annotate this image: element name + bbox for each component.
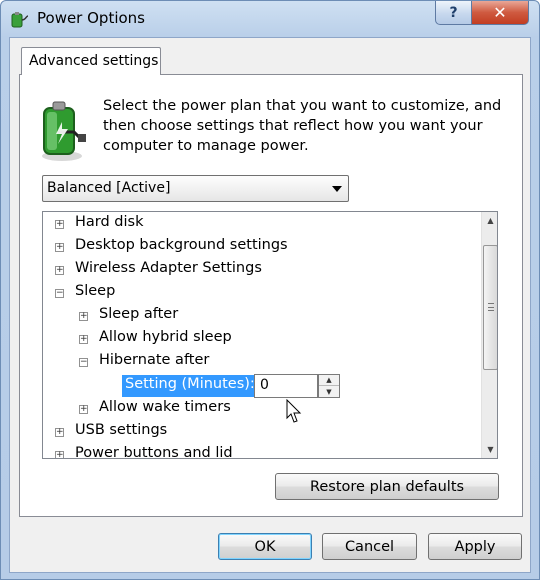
- tree-item-label: Sleep: [75, 283, 116, 299]
- tree-item-label: Desktop background settings: [75, 237, 288, 253]
- help-button[interactable]: ?: [435, 1, 472, 25]
- tree-scrollbar[interactable]: ▲ ▼: [481, 212, 497, 458]
- apply-button[interactable]: Apply: [428, 533, 522, 560]
- expand-icon[interactable]: +: [55, 451, 64, 458]
- expand-icon[interactable]: +: [79, 405, 88, 414]
- tree-item-label: Hard disk: [75, 214, 144, 230]
- collapse-icon[interactable]: −: [55, 289, 64, 298]
- setting-minutes-input[interactable]: 0: [254, 374, 318, 398]
- close-button[interactable]: ✕: [471, 1, 529, 25]
- expand-icon[interactable]: +: [79, 312, 88, 321]
- tree-item-label: Power buttons and lid: [75, 445, 233, 459]
- tree-item-label: Sleep after: [99, 306, 179, 322]
- ok-button[interactable]: OK: [218, 533, 312, 560]
- tree-item-label: Wireless Adapter Settings: [75, 260, 262, 276]
- intro-line-3: computer to manage power.: [103, 138, 309, 154]
- restore-plan-defaults-button[interactable]: Restore plan defaults: [275, 473, 499, 500]
- spin-up-icon[interactable]: ▲: [319, 375, 339, 386]
- power-options-icon: [9, 9, 29, 29]
- expand-icon[interactable]: +: [55, 220, 64, 229]
- setting-minutes-label: Setting (Minutes):: [122, 375, 258, 397]
- dialog-body: Advanced settings Select the power plan …: [9, 37, 531, 573]
- intro-line-2: then choose settings that reflect how yo…: [103, 118, 483, 134]
- intro-line-1: Select the power plan that you want to c…: [103, 98, 502, 114]
- tree-item-label: Allow hybrid sleep: [99, 329, 232, 345]
- power-options-window: Power Options ? ✕ Advanced settings Sele…: [0, 0, 540, 580]
- collapse-icon[interactable]: −: [79, 358, 88, 367]
- expand-icon[interactable]: +: [55, 243, 64, 252]
- spin-down-icon[interactable]: ▼: [319, 386, 339, 397]
- window-title: Power Options: [37, 9, 145, 27]
- title-bar[interactable]: Power Options ? ✕: [1, 1, 540, 37]
- power-plan-value: Balanced [Active]: [47, 180, 171, 196]
- tree-item-label: Allow wake timers: [99, 399, 231, 415]
- tree-item-label: USB settings: [75, 422, 168, 438]
- tab-advanced-settings[interactable]: Advanced settings: [21, 47, 161, 75]
- battery-plug-icon: [34, 96, 90, 166]
- minutes-spinner[interactable]: ▲ ▼: [318, 374, 340, 398]
- scroll-up-icon[interactable]: ▲: [482, 212, 497, 229]
- close-icon: ✕: [493, 3, 507, 22]
- scroll-down-icon[interactable]: ▼: [482, 441, 497, 458]
- chevron-down-icon: [332, 186, 342, 192]
- mouse-pointer-icon: [286, 398, 304, 425]
- intro-text: Select the power plan that you want to c…: [103, 96, 503, 156]
- cancel-button[interactable]: Cancel: [322, 533, 417, 560]
- expand-icon[interactable]: +: [55, 266, 64, 275]
- help-icon: ?: [449, 4, 458, 21]
- grip-icon: [488, 303, 494, 311]
- tree-item-label: Hibernate after: [99, 352, 210, 368]
- settings-tree[interactable]: + Hard disk + Desktop background setting…: [42, 211, 498, 459]
- expand-icon[interactable]: +: [79, 335, 88, 344]
- scroll-thumb[interactable]: [483, 245, 497, 370]
- expand-icon[interactable]: +: [55, 428, 64, 437]
- power-plan-dropdown[interactable]: Balanced [Active]: [42, 175, 349, 202]
